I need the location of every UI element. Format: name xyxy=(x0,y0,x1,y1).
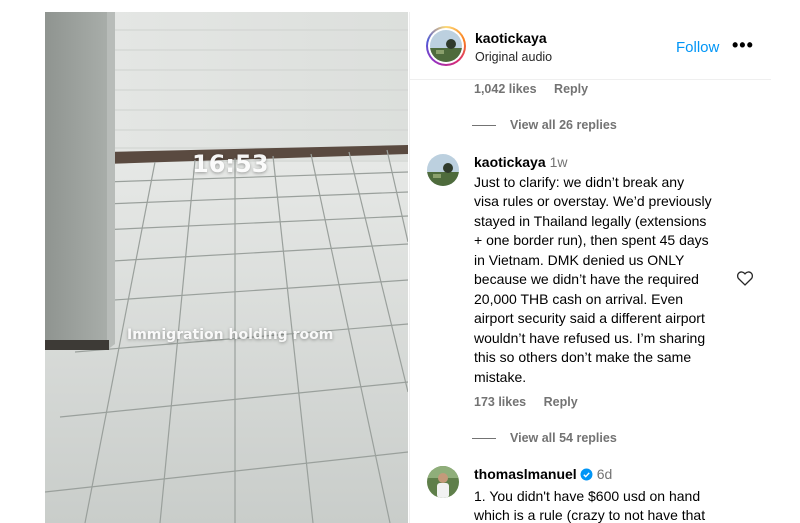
post-video[interactable]: 16:53 Immigration holding room xyxy=(45,12,408,523)
comment-avatar-kaotickaya[interactable] xyxy=(427,154,459,186)
view-replies-label-2: View all 54 replies xyxy=(510,431,617,445)
comment-1-time[interactable]: 1w xyxy=(550,154,568,170)
comment-line: visa rules or overstay. We’d previously xyxy=(474,193,712,209)
comment-line: + one border run), then spent 45 days xyxy=(474,232,709,248)
comment-avatar-thomaslmanuel[interactable] xyxy=(427,466,459,498)
comment-line: Just to clarify: we didn’t break any xyxy=(474,173,685,190)
like-comment-heart-icon[interactable] xyxy=(736,270,754,291)
comment-2-username[interactable]: thomaslmanuel xyxy=(474,466,577,482)
view-replies-label-1: View all 26 replies xyxy=(510,118,617,132)
comment-line: because we didn’t have the required xyxy=(474,271,699,287)
follow-button[interactable]: Follow xyxy=(676,39,719,56)
view-replies-button-2[interactable]: View all 54 replies xyxy=(472,431,617,445)
replies-divider xyxy=(472,438,496,440)
view-replies-button-1[interactable]: View all 26 replies xyxy=(472,118,617,132)
comment-1-likes[interactable]: 173 likes xyxy=(474,395,526,409)
comment-line: in Vietnam. DMK denied us ONLY xyxy=(474,251,685,268)
header-audio[interactable]: Original audio xyxy=(475,50,552,64)
comment-line: wouldn’t have refused us. I’m sharing xyxy=(474,329,706,346)
comment-line: which is a rule (crazy to not have that xyxy=(474,507,706,523)
comment-2-time[interactable]: 6d xyxy=(597,466,613,482)
more-options-icon[interactable]: ••• xyxy=(732,35,754,56)
header-username[interactable]: kaotickaya xyxy=(475,30,547,46)
comment-2-text: 1. You didn't have $600 usd on hand whic… xyxy=(474,487,736,523)
prev-comment-meta: 1,042 likes Reply xyxy=(474,82,602,96)
prev-comment-likes[interactable]: 1,042 likes xyxy=(474,82,537,96)
verified-badge-icon xyxy=(580,467,593,487)
comment-1: kaotickaya 1w Just to clarify: we didn’t … xyxy=(474,153,736,387)
comment-1-meta: 173 likes Reply xyxy=(474,395,592,409)
avatar xyxy=(430,30,462,62)
comments-panel: kaotickaya Original audio Follow ••• 1,0… xyxy=(409,12,771,523)
comment-1-username[interactable]: kaotickaya xyxy=(474,154,546,170)
video-time-overlay: 16:53 xyxy=(192,150,269,178)
comment-line: stayed in Thailand legally (extensions xyxy=(474,212,707,229)
comment-line: 20,000 THB cash on arrival. Even xyxy=(474,290,684,307)
post-header: kaotickaya Original audio Follow ••• xyxy=(410,12,771,80)
comment-2: thomaslmanuel 6d 1. You didn't have $600 … xyxy=(474,465,736,523)
story-ring-avatar[interactable] xyxy=(426,26,466,66)
replies-divider xyxy=(472,125,496,127)
prev-comment-reply-button[interactable]: Reply xyxy=(554,82,588,96)
comment-line: airport security said a different airpor… xyxy=(474,310,705,326)
video-caption-overlay: Immigration holding room xyxy=(127,327,334,343)
holding-room-scene xyxy=(45,12,408,523)
comment-line: mistake. xyxy=(474,368,527,385)
post-modal: 16:53 Immigration holding room kaotickay… xyxy=(45,12,771,523)
comment-1-reply-button[interactable]: Reply xyxy=(544,395,578,409)
comment-line: 1. You didn't have $600 usd on hand xyxy=(474,487,701,504)
comment-1-text: Just to clarify: we didn’t break any vis… xyxy=(474,173,736,388)
comment-line: this so others don’t make the same xyxy=(474,349,692,365)
